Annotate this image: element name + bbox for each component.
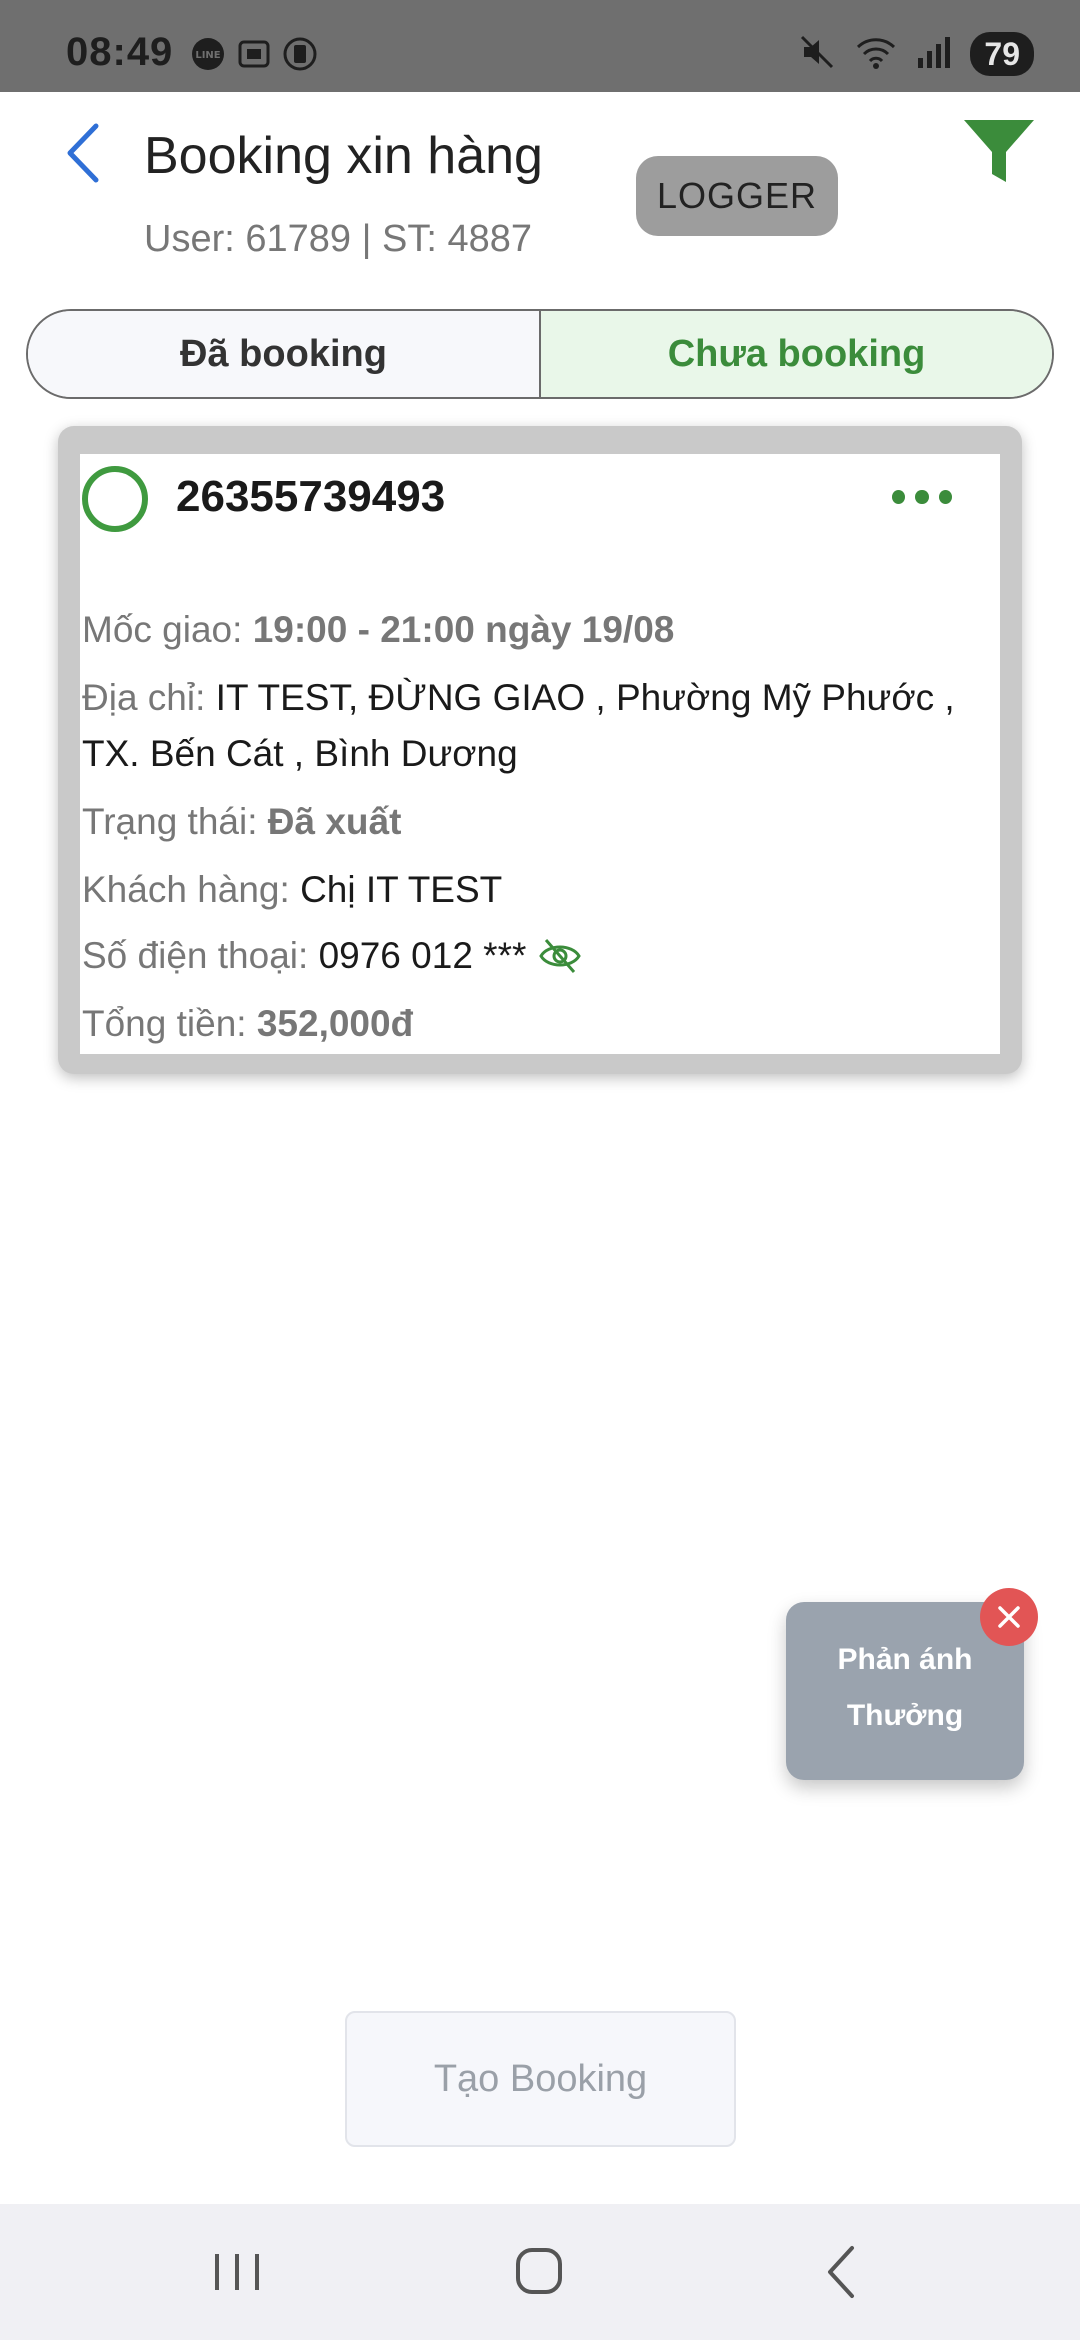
status-time: 08:49 — [66, 30, 174, 74]
filter-icon[interactable] — [962, 116, 1036, 188]
booking-tabs: Đã booking Chưa booking — [26, 309, 1054, 399]
line-app-icon: LINE — [190, 36, 226, 72]
back-icon[interactable] — [58, 118, 108, 188]
logger-button[interactable]: LOGGER — [636, 156, 838, 236]
customer-label: Khách hàng: — [82, 869, 290, 910]
wifi-icon — [854, 33, 898, 76]
feedback-line-2: Thưởng — [846, 1699, 964, 1732]
select-radio[interactable] — [82, 466, 148, 532]
mute-icon — [798, 33, 836, 76]
recents-icon[interactable] — [202, 2242, 272, 2302]
status-icons-right: 79 — [798, 32, 1034, 76]
status-icons-left: LINE — [190, 36, 318, 72]
address-label: Địa chỉ: — [82, 677, 206, 718]
phone-label: Số điện thoại: — [82, 935, 309, 976]
page-title: Booking xin hàng — [144, 127, 543, 185]
order-id: 26355739493 — [176, 472, 446, 521]
more-options-icon[interactable] — [892, 490, 952, 510]
delivery-time-row: Mốc giao: 19:00 - 21:00 ngày 19/08 — [82, 602, 674, 658]
phone-value: 0976 012 *** — [318, 935, 527, 976]
create-booking-button[interactable]: Tạo Booking — [345, 2011, 736, 2147]
svg-text:LINE: LINE — [195, 50, 220, 61]
order-card[interactable]: 26355739493 Mốc giao: 19:00 - 21:00 ngày… — [80, 454, 1000, 1054]
total-value: 352,000đ — [256, 1003, 414, 1044]
status-bar: 08:49 LINE 79 — [0, 0, 1080, 92]
phone-row: Số điện thoại: 0976 012 *** — [82, 928, 582, 984]
delivery-time-value: 19:00 - 21:00 ngày 19/08 — [252, 609, 675, 650]
eye-off-icon[interactable] — [538, 936, 582, 976]
customer-value: Chị IT TEST — [300, 869, 503, 910]
status-label: Trạng thái: — [82, 801, 258, 842]
address-row: Địa chỉ: IT TEST, ĐỪNG GIAO , Phường Mỹ … — [82, 670, 992, 782]
total-row: Tổng tiền: 352,000đ — [82, 996, 413, 1052]
total-label: Tổng tiền: — [82, 1003, 247, 1044]
system-nav-bar — [0, 2204, 1080, 2340]
customer-row: Khách hàng: Chị IT TEST — [82, 862, 502, 918]
signal-icon — [916, 34, 952, 75]
nav-back-icon[interactable] — [808, 2242, 878, 2302]
storage-icon — [282, 36, 318, 72]
delivery-time-label: Mốc giao: — [82, 609, 243, 650]
home-icon[interactable] — [504, 2242, 574, 2302]
status-row: Trạng thái: Đã xuất — [82, 794, 401, 850]
feedback-line-1: Phản ánh — [837, 1643, 973, 1676]
battery-indicator: 79 — [970, 32, 1034, 76]
user-store-info: User: 61789 | ST: 4887 — [144, 218, 532, 260]
address-value: IT TEST, ĐỪNG GIAO , Phường Mỹ Phước , T… — [82, 677, 955, 774]
status-value: Đã xuất — [267, 801, 402, 842]
tab-unbooked[interactable]: Chưa booking — [541, 311, 1052, 397]
close-icon[interactable] — [980, 1588, 1038, 1646]
screenshot-icon — [236, 36, 272, 72]
tab-booked[interactable]: Đã booking — [28, 311, 541, 397]
